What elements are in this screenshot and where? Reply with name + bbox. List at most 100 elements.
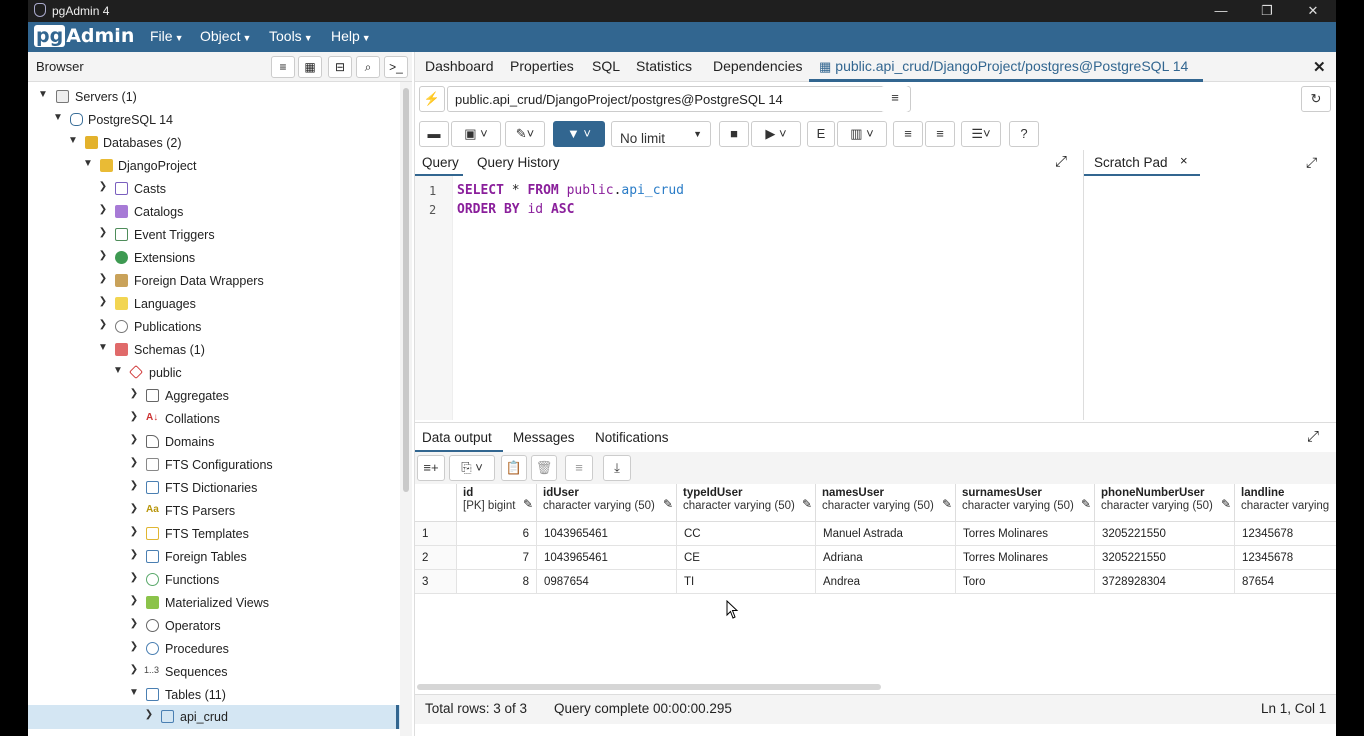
expand-icon[interactable]: ⤢ [1307, 428, 1319, 445]
tree-item-materialized-views[interactable]: ❯ Materialized Views [28, 591, 400, 614]
tab-query-history[interactable]: Query History [477, 155, 560, 170]
chevron-right-icon[interactable]: ❯ [128, 641, 140, 652]
chevron-right-icon[interactable]: ❯ [97, 227, 109, 238]
execute-icon[interactable]: ▶ ˅ [751, 121, 801, 147]
column-header[interactable]: landlinecharacter varying (50) [1235, 484, 1336, 522]
tree-item-aggregates[interactable]: ❯ Aggregates [28, 384, 400, 407]
refresh-icon[interactable]: ↻ [1301, 86, 1331, 112]
tree-item-operators[interactable]: ❯ Operators [28, 614, 400, 637]
table-cell[interactable]: 12345678 [1235, 546, 1336, 570]
table-cell[interactable]: 1043965461 [537, 546, 677, 570]
table-cell[interactable]: 8 [457, 570, 537, 594]
tree-item-djangoproject[interactable]: ▼ DjangoProject [28, 154, 400, 177]
chevron-right-icon[interactable]: ❯ [128, 480, 140, 491]
terminal-icon[interactable]: >_ [384, 56, 408, 78]
download-icon[interactable]: ⤓ [603, 455, 631, 481]
tree-item-fdw[interactable]: ❯ Foreign Data Wrappers [28, 269, 400, 292]
commit-icon[interactable]: ≡ [893, 121, 923, 147]
table-cell[interactable]: TI [677, 570, 816, 594]
expand-icon[interactable]: ⤢ [1055, 153, 1067, 170]
chevron-down-icon[interactable]: ▼ [37, 89, 49, 100]
table-cell[interactable]: 6 [457, 522, 537, 546]
sql-editor[interactable]: 1 2 SELECT * FROM public.api_crud ORDER … [415, 176, 1083, 420]
close-icon[interactable]: × [1180, 153, 1188, 168]
chevron-right-icon[interactable]: ❯ [97, 296, 109, 307]
database-icon[interactable]: ≡ [881, 86, 909, 112]
explain-analyze-icon[interactable]: ▥ ˅ [837, 121, 887, 147]
chevron-down-icon[interactable]: ▼ [52, 112, 64, 123]
chevron-right-icon[interactable]: ❯ [128, 388, 140, 399]
row-number[interactable]: 1 [415, 522, 457, 546]
horizontal-scrollbar[interactable] [417, 684, 881, 690]
tree-item-publications[interactable]: ❯ Publications [28, 315, 400, 338]
table-cell[interactable]: Andrea [816, 570, 956, 594]
table-cell[interactable]: 3205221550 [1095, 522, 1235, 546]
tree-item-postgresql[interactable]: ▼ PostgreSQL 14 [28, 108, 400, 131]
close-tab-icon[interactable]: ✕ [1313, 58, 1326, 76]
chevron-right-icon[interactable]: ❯ [128, 434, 140, 445]
connection-status-icon[interactable]: ⚡ [419, 86, 445, 112]
tab-query[interactable]: Query [422, 155, 459, 170]
chevron-right-icon[interactable]: ❯ [128, 411, 140, 422]
tree-item-functions[interactable]: ❯ Functions [28, 568, 400, 591]
chevron-right-icon[interactable]: ❯ [128, 572, 140, 583]
table-cell[interactable]: 3728928304 [1095, 570, 1235, 594]
menu-tools[interactable]: Tools ▼ [269, 28, 313, 44]
chevron-right-icon[interactable]: ❯ [128, 618, 140, 629]
chevron-right-icon[interactable]: ❯ [128, 457, 140, 468]
tree-item-api-crud[interactable]: ❯ api_crud [28, 705, 400, 729]
table-cell[interactable]: Adriana [816, 546, 956, 570]
add-row-icon[interactable]: ≡+ [417, 455, 445, 481]
tree-item-foreign-tables[interactable]: ❯ Foreign Tables [28, 545, 400, 568]
row-number[interactable]: 3 [415, 570, 457, 594]
save-data-icon[interactable]: ≡ [565, 455, 593, 481]
chevron-right-icon[interactable]: ❯ [128, 664, 140, 675]
tree-item-servers[interactable]: ▼ Servers (1) [28, 85, 400, 108]
chevron-right-icon[interactable]: ❯ [97, 273, 109, 284]
chevron-right-icon[interactable]: ❯ [97, 181, 109, 192]
rows-limit-select[interactable]: No limit ▼ [611, 121, 711, 147]
table-cell[interactable]: Manuel Astrada [816, 522, 956, 546]
table-cell[interactable]: CC [677, 522, 816, 546]
tree-item-public[interactable]: ▼ public [28, 361, 400, 384]
chevron-right-icon[interactable]: ❯ [97, 204, 109, 215]
column-header[interactable]: phoneNumberUser character varying (50) ✎ [1095, 484, 1235, 522]
tab-messages[interactable]: Messages [513, 430, 575, 445]
tree-item-event-triggers[interactable]: ❯ Event Triggers [28, 223, 400, 246]
column-header[interactable]: id [PK] bigint ✎ [457, 484, 537, 522]
chevron-right-icon[interactable]: ❯ [128, 595, 140, 606]
stop-icon[interactable]: ■ [719, 121, 749, 147]
table-cell[interactable]: Torres Molinares [956, 522, 1095, 546]
scrollbar-thumb[interactable] [403, 88, 409, 492]
rollback-icon[interactable]: ≡ [925, 121, 955, 147]
table-cell[interactable]: 1043965461 [537, 522, 677, 546]
table-cell[interactable]: 3205221550 [1095, 546, 1235, 570]
table-cell[interactable]: 87654 [1235, 570, 1336, 594]
tree-item-languages[interactable]: ❯ Languages [28, 292, 400, 315]
row-number[interactable]: 2 [415, 546, 457, 570]
menu-help[interactable]: Help ▼ [331, 28, 371, 44]
close-window-button[interactable]: ✕ [1290, 0, 1336, 22]
tree-item-fts-parsers[interactable]: ❯ Aa FTS Parsers [28, 499, 400, 522]
open-file-icon[interactable]: ▬ [419, 121, 449, 147]
tree-item-tables[interactable]: ▼ Tables (11) [28, 683, 400, 706]
table-cell[interactable]: CE [677, 546, 816, 570]
paste-icon[interactable]: 📋 [501, 455, 527, 481]
expand-icon[interactable]: ⤢ [1306, 154, 1317, 171]
chevron-down-icon[interactable]: ▼ [82, 158, 94, 169]
save-file-icon[interactable]: ▣ ˅ [451, 121, 501, 147]
tree-scrollbar[interactable] [400, 82, 412, 736]
column-header[interactable]: idUser character varying (50) ✎ [537, 484, 677, 522]
tree-item-sequences[interactable]: ❯ 1..3 Sequences [28, 660, 400, 683]
tree-item-extensions[interactable]: ❯ Extensions [28, 246, 400, 269]
column-header[interactable]: namesUser character varying (50) ✎ [816, 484, 956, 522]
chevron-right-icon[interactable]: ❯ [128, 549, 140, 560]
edit-icon[interactable]: ✎˅ [505, 121, 545, 147]
tree-item-casts[interactable]: ❯ Casts [28, 177, 400, 200]
database-icon[interactable]: ≡ [271, 56, 295, 78]
tab-notifications[interactable]: Notifications [595, 430, 669, 445]
chevron-down-icon[interactable]: ▼ [67, 135, 79, 146]
table-cell[interactable]: Toro [956, 570, 1095, 594]
chevron-right-icon[interactable]: ❯ [128, 503, 140, 514]
tree-item-catalogs[interactable]: ❯ Catalogs [28, 200, 400, 223]
